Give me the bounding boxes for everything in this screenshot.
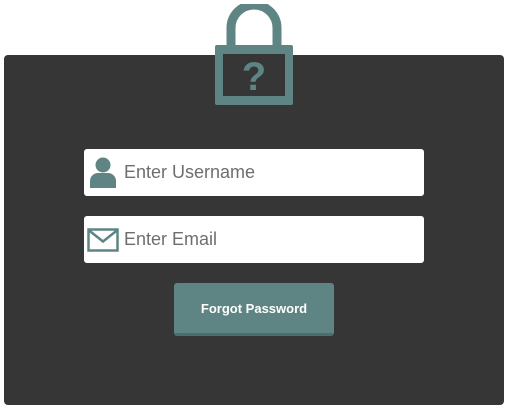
email-field <box>84 216 424 263</box>
envelope-icon <box>84 216 122 263</box>
email-input[interactable] <box>122 219 414 260</box>
username-field <box>84 149 424 196</box>
padlock-question-icon: ? <box>215 4 293 105</box>
username-input[interactable] <box>122 152 414 193</box>
svg-text:?: ? <box>242 55 266 99</box>
user-icon <box>84 149 122 196</box>
forgot-password-page: ? Forgot Password <box>0 0 509 408</box>
forgot-password-button[interactable]: Forgot Password <box>174 283 334 336</box>
